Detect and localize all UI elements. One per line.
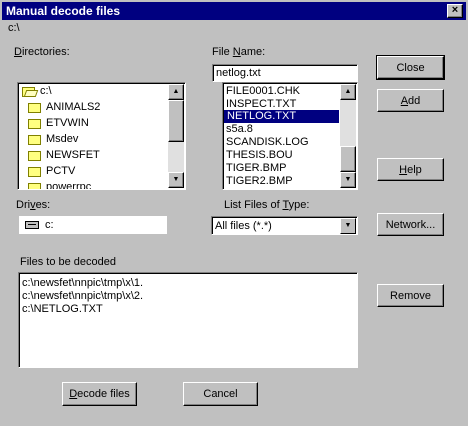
close-button[interactable]: Close [376,55,445,80]
drives-label: Drives: [16,199,51,211]
folder-icon [28,151,41,161]
file-type-select[interactable]: All files (*.*) ▼ [211,216,358,235]
down-arrow-icon: ▼ [344,176,352,183]
directories-label: Directories: [14,46,70,58]
scroll-thumb[interactable] [340,146,356,172]
list-item[interactable]: c:\newsfet\nnpic\tmp\x\2. [22,290,143,303]
down-arrow-icon: ▼ [172,176,180,183]
files-to-decode-label: Files to be decoded [20,256,117,268]
directory-item[interactable]: ETVWIN [46,117,89,130]
directory-item[interactable]: ANIMALS2 [46,101,100,114]
window-title: Manual decode files [6,4,121,18]
close-window-button[interactable]: × [447,4,463,18]
scroll-down-button[interactable]: ▼ [168,172,184,188]
file-name-input[interactable]: netlog.txt [212,64,358,82]
file-item[interactable]: SCANDISK.LOG [226,136,309,149]
directory-item[interactable]: NEWSFET [46,149,100,162]
list-item[interactable]: c:\newsfet\nnpic\tmp\x\1. [22,277,143,290]
decode-files-button[interactable]: Decode files [62,382,137,406]
chevron-down-icon: ▼ [344,222,352,229]
files-to-decode-list[interactable]: c:\newsfet\nnpic\tmp\x\1. c:\newsfet\nnp… [18,272,358,368]
up-arrow-icon: ▲ [344,88,352,95]
drive-icon [25,221,39,229]
remove-button[interactable]: Remove [377,284,444,307]
list-item[interactable]: c:\NETLOG.TXT [22,303,103,316]
add-button[interactable]: Add [377,89,444,112]
dropdown-button[interactable]: ▼ [340,218,356,234]
folder-icon [28,135,41,145]
directories-scrollbar[interactable]: ▲ ▼ [168,84,184,188]
current-path: c:\ [8,22,20,34]
open-folder-icon [22,87,39,97]
scroll-up-button[interactable]: ▲ [340,84,356,100]
scroll-up-button[interactable]: ▲ [168,84,184,100]
folder-icon [28,167,41,177]
directory-item[interactable]: powerrpc [46,181,91,189]
drives-select[interactable]: c: [19,216,167,234]
file-item[interactable]: TIGER2.BMP [226,175,293,188]
folder-icon [28,103,41,113]
directories-list[interactable]: c:\ ANIMALS2 ETVWIN Msdev NEWSFET PCTV p… [17,82,186,190]
cancel-button[interactable]: Cancel [183,382,258,406]
file-list-scrollbar[interactable]: ▲ ▼ [340,84,356,188]
help-button[interactable]: Help [377,158,444,181]
file-item[interactable]: THESIS.BOU [226,149,293,162]
title-bar: Manual decode files × [2,2,466,20]
scroll-thumb[interactable] [168,100,184,142]
scroll-down-button[interactable]: ▼ [340,172,356,188]
file-list[interactable]: FILE0001.CHK INSPECT.TXT NETLOG.TXT s5a.… [222,82,358,190]
file-name-label: File Name: [212,46,266,58]
directory-item[interactable]: PCTV [46,165,75,178]
directory-item[interactable]: c:\ [40,85,52,98]
directory-item[interactable]: Msdev [46,133,78,146]
network-button[interactable]: Network... [377,213,444,236]
folder-icon [28,119,41,129]
file-item[interactable]: TIGER.BMP [226,162,287,175]
folder-icon [28,183,41,189]
file-item[interactable]: s5a.8 [226,123,253,136]
file-item-selected[interactable]: NETLOG.TXT [224,110,339,123]
file-item[interactable]: FILE0001.CHK [226,85,300,98]
file-type-label: List Files of Type: [224,199,310,211]
up-arrow-icon: ▲ [172,88,180,95]
close-icon: × [451,4,459,16]
